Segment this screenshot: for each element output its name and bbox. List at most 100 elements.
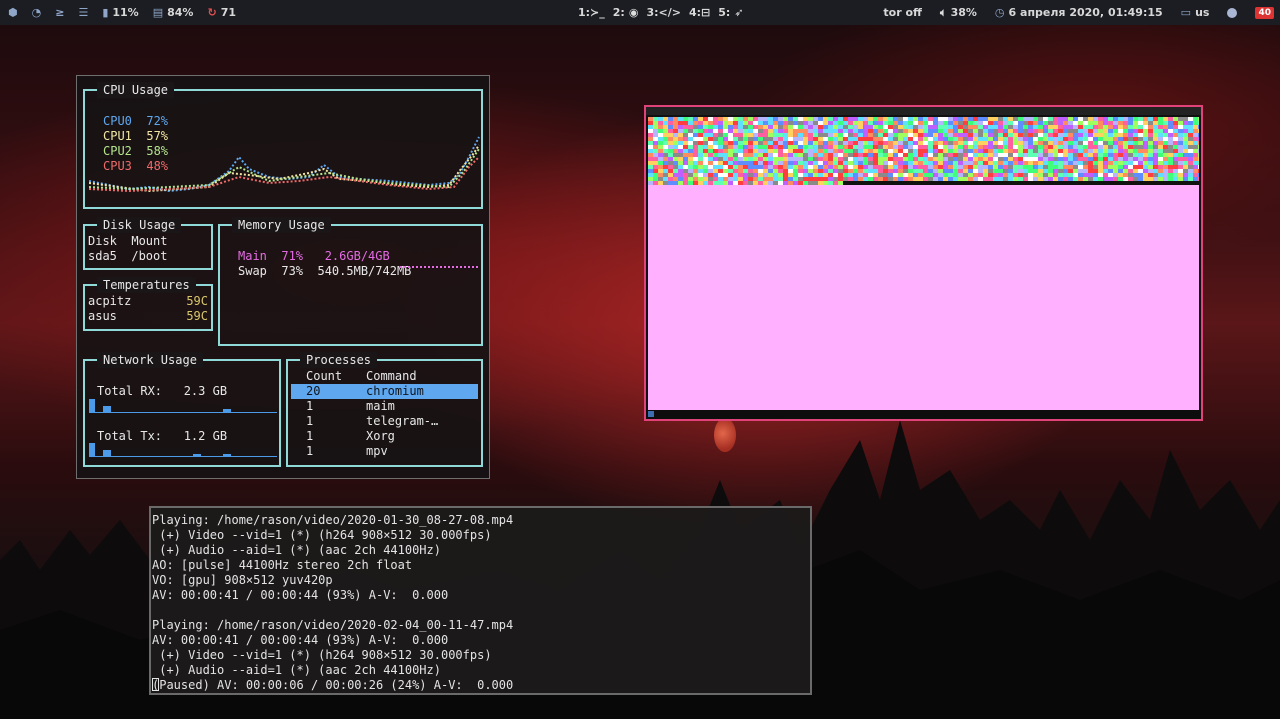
update-icon[interactable]: ◔	[32, 6, 42, 19]
keyboard-icon: ▭	[1180, 6, 1192, 19]
process-row[interactable]: 1 Xorg	[291, 429, 478, 444]
memory-value: 84%	[167, 6, 194, 19]
cpu-history-graph	[89, 136, 480, 193]
terminal-line: Playing: /home/rason/video/2020-01-30_08…	[152, 513, 514, 527]
workspace-2-label: 2:	[612, 6, 625, 19]
browser-status-bar	[646, 410, 1201, 419]
process-row-selected[interactable]: 20 chromium	[291, 384, 478, 399]
cpu0-label: CPU0	[103, 114, 132, 128]
clock[interactable]: ◷ 6 апреля 2020, 01:49:15	[995, 6, 1163, 19]
cpu-usage-panel: CPU Usage CPU0 72% CPU1 57% CPU2 58% CPU…	[83, 82, 483, 209]
memory-icon: ▤	[152, 6, 164, 19]
tx-sparkline-baseline	[89, 456, 277, 457]
gotop-monitor-window[interactable]: CPU Usage CPU0 72% CPU1 57% CPU2 58% CPU…	[76, 75, 490, 479]
keyboard-layout[interactable]: ▭ us	[1181, 6, 1210, 19]
updates-value: 71	[220, 6, 236, 19]
terminal-line: Playing: /home/rason/video/2020-02-04_00…	[152, 618, 514, 632]
temperatures-title: Temperatures	[97, 277, 196, 293]
workspace-2[interactable]: 2: ◉	[613, 6, 639, 19]
rx-sparkline-bar	[89, 399, 95, 413]
temp-row-asus: asus 59C	[88, 309, 208, 324]
process-count: 1	[306, 399, 314, 413]
processes-header-command: Command	[366, 369, 417, 383]
disk-header: Disk Mount	[88, 234, 168, 248]
battery-value: 11%	[112, 6, 139, 19]
workspace-5[interactable]: 5: ➶	[718, 6, 743, 19]
memory-usage-panel: Memory Usage Main 71% 2.6GB/4GB Swap 73%…	[218, 217, 483, 346]
process-count: 1	[306, 414, 314, 428]
volume-icon: 🔈︎	[939, 5, 947, 19]
rx-sparkline-baseline	[89, 412, 277, 413]
top-status-bar: ⬢ ◔ ≥ ☰ ▮ 11% ▤ 84% ↻ 71 1:≻_ 2: ◉ 3:</> …	[0, 0, 1280, 25]
workspace-4[interactable]: 4:⊟	[689, 6, 710, 19]
terminal-line: (+) Audio --aid=1 (*) (aac 2ch 44100Hz)	[152, 663, 441, 677]
telegram-icon: ➶	[734, 6, 744, 19]
process-command: chromium	[366, 384, 424, 398]
keyboard-value: us	[1195, 6, 1210, 19]
workspace-switcher: 1:≻_ 2: ◉ 3:</> 4:⊟ 5: ➶	[578, 0, 752, 25]
terminal-line: AV: 00:00:41 / 00:00:44 (93%) A-V: 0.000	[152, 633, 449, 647]
process-count: 1	[306, 444, 314, 458]
temp-value-asus: 59C	[186, 309, 208, 323]
updates-status[interactable]: ↻ 71	[207, 6, 236, 19]
network-usage-title: Network Usage	[97, 352, 203, 368]
processes-header-count: Count	[306, 369, 343, 383]
browser-page-body[interactable]	[648, 185, 1199, 410]
processes-title: Processes	[300, 352, 378, 368]
disk-usage-panel: Disk Usage Disk Mount sda5 /boot	[83, 217, 213, 270]
process-row[interactable]: 1 telegram-…	[291, 414, 478, 429]
memory-usage-title: Memory Usage	[232, 217, 331, 233]
memory-main-row: Main 71% 2.6GB/4GB	[238, 249, 390, 263]
sync-icon: ↻	[207, 6, 217, 19]
process-count: 1	[306, 429, 314, 443]
disk-usage-title: Disk Usage	[97, 217, 182, 233]
terminal-line: VO: [gpu] 908×512 yuv420p	[152, 573, 333, 587]
status-bar-marker	[648, 411, 654, 417]
browser-window[interactable]	[644, 105, 1203, 421]
volume-value: 38%	[950, 6, 977, 19]
process-command: mpv	[366, 444, 388, 458]
process-command: telegram-…	[366, 414, 439, 428]
tx-sparkline-bar	[89, 443, 95, 457]
process-count: 20	[306, 384, 321, 398]
processes-panel: Processes Count Command 20 chromium 1 maim…	[286, 352, 483, 467]
terminal-line: (+) Video --vid=1 (*) (h264 908×512 30.0…	[152, 648, 492, 662]
mpv-terminal-window[interactable]: Playing: /home/rason/video/2020-01-30_08…	[149, 506, 812, 695]
clock-icon: ◷	[994, 6, 1005, 19]
hexagon-icon[interactable]: ⬢	[8, 6, 18, 19]
cpu0-value: 72%	[146, 114, 169, 128]
notification-badge[interactable]: 40	[1255, 6, 1274, 19]
process-command: Xorg	[366, 429, 395, 443]
rss-icon[interactable]: ☰	[78, 6, 88, 19]
temperatures-panel: Temperatures acpitz 59C asus 59C	[83, 277, 213, 331]
terminal-status-line: (Paused) AV: 00:00:06 / 00:00:26 (24%) A…	[152, 678, 810, 693]
workspace-1[interactable]: 1:≻_	[578, 6, 605, 19]
temp-name-asus: asus	[88, 309, 117, 323]
process-row[interactable]: 1 maim	[291, 399, 478, 414]
terminal-line: AO: [pulse] 44100Hz stereo 2ch float	[152, 558, 413, 572]
temp-name-acpitz: acpitz	[88, 294, 132, 308]
browser-tab-strip[interactable]	[646, 107, 1201, 115]
status-left-group: ⬢ ◔ ≥ ☰ ▮ 11% ▤ 84% ↻ 71	[8, 0, 250, 25]
power-dot-icon[interactable]	[1227, 7, 1238, 18]
firefox-icon: ◉	[628, 6, 639, 19]
network-rx-label: Total RX: 2.3 GB	[97, 384, 228, 398]
terminal-line: (+) Audio --aid=1 (*) (aac 2ch 44100Hz)	[152, 543, 441, 557]
datetime-value: 6 апреля 2020, 01:49:15	[1008, 6, 1163, 19]
terminal-line: (+) Video --vid=1 (*) (h264 908×512 30.0…	[152, 528, 492, 542]
network-usage-panel: Network Usage Total RX: 2.3 GB Total Tx:…	[83, 352, 281, 467]
terminal-prompt-icon[interactable]: ≥	[55, 6, 64, 19]
volume-status[interactable]: 🔈︎ 38%	[940, 6, 977, 20]
terminal-line: AV: 00:00:41 / 00:00:44 (93%) A-V: 0.000	[152, 588, 449, 602]
process-row[interactable]: 1 mpv	[291, 444, 478, 459]
temp-row-acpitz: acpitz 59C	[88, 294, 208, 309]
cpu-usage-title: CPU Usage	[97, 82, 175, 98]
tor-status[interactable]: tor off	[883, 6, 922, 19]
memory-status[interactable]: ▤ 84%	[153, 6, 194, 19]
terminal-paused-status: (Paused) AV: 00:00:06 / 00:00:26 (24%) A…	[152, 678, 514, 692]
workspace-3[interactable]: 3:</>	[646, 6, 681, 19]
battery-status[interactable]: ▮ 11%	[102, 6, 138, 19]
temp-value-acpitz: 59C	[186, 294, 208, 308]
memory-history-graph	[400, 266, 480, 268]
battery-icon: ▮	[102, 6, 109, 19]
